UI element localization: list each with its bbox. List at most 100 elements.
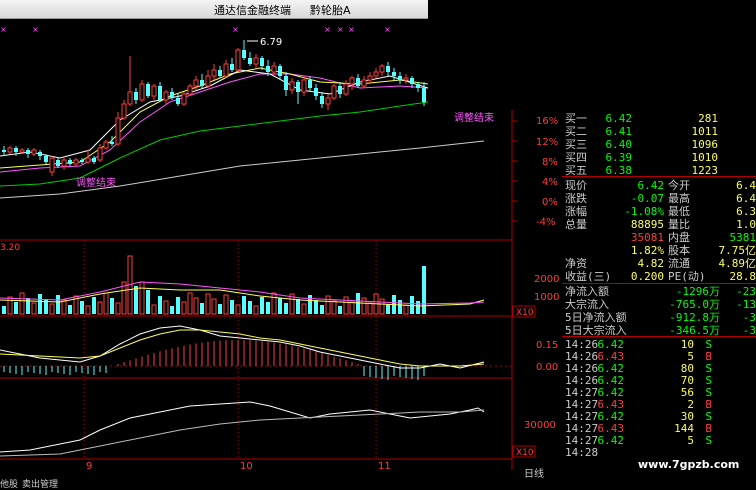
quote-row: 买二6.411011 — [562, 125, 756, 138]
candle — [374, 68, 378, 78]
candle — [308, 76, 312, 92]
candle — [410, 76, 414, 88]
candle — [356, 74, 360, 88]
volume-bar — [404, 305, 408, 314]
volume-bar — [38, 294, 42, 314]
pct-tick: 8% — [542, 157, 558, 168]
stat-label-2: 最低 — [668, 205, 690, 218]
volume-bar — [164, 301, 168, 314]
flow-label: 5日净流入额 — [565, 311, 627, 324]
stat-value: -0.07 — [631, 192, 664, 205]
candle — [320, 92, 324, 108]
volume-bar — [332, 301, 336, 314]
volume-bar — [338, 306, 342, 314]
date-tick: 11 — [378, 461, 391, 472]
volume-bar — [248, 301, 252, 314]
marker-x: × — [0, 25, 7, 34]
vol-left-label: 3.20 — [0, 243, 20, 253]
candle — [50, 156, 54, 176]
pct-axis: 16% 12% 8% 4% 0% -4% — [536, 116, 558, 228]
ma-line-white-long — [0, 141, 484, 198]
flow-value-2: -13 — [736, 298, 756, 311]
date-tick: 9 — [86, 461, 92, 472]
candle — [146, 82, 150, 98]
candle — [116, 112, 120, 146]
macd-tick: 0.15 — [536, 340, 558, 351]
line-tick: 30000 — [524, 420, 556, 431]
bid-price: 6.40 — [606, 138, 633, 151]
tick-time: 14:28 — [565, 446, 598, 459]
candle — [362, 76, 366, 88]
volume-bar — [14, 302, 18, 314]
indicator-line-gray — [0, 410, 484, 456]
stat-value-2: 5381 — [730, 231, 756, 244]
high-label: 6.79 — [260, 37, 282, 48]
stat-value-2: 6.4 — [736, 179, 756, 192]
candle — [74, 158, 78, 166]
candle — [398, 72, 402, 84]
volume-bar — [158, 296, 162, 314]
volume-bar — [68, 305, 72, 314]
candle — [380, 64, 384, 76]
candle — [296, 80, 300, 104]
kline-chart[interactable]: × × × × × × × 6.79 调整结束 调整结束 16% 12% 8% … — [0, 18, 560, 487]
stat-value-2: 28.8 — [730, 270, 756, 283]
candle — [284, 72, 288, 96]
stat-value: 0.200 — [631, 270, 664, 283]
bid-price: 6.39 — [606, 151, 633, 164]
stat-label-2: 最高 — [668, 192, 690, 205]
volume-bar — [80, 301, 84, 314]
quote-row: 买一6.42281 — [562, 112, 756, 125]
volume-bar — [146, 290, 150, 314]
volume-bar — [314, 300, 318, 314]
quote-row: 买四6.391010 — [562, 151, 756, 164]
quote-row: 买三6.401096 — [562, 138, 756, 151]
bid-volume: 1011 — [692, 125, 719, 138]
candle — [98, 144, 102, 162]
tab-other[interactable]: 他股 — [0, 477, 18, 490]
candle — [326, 94, 330, 110]
watermark: www.7gpzb.com — [638, 458, 739, 471]
candle — [212, 64, 216, 80]
flow-value: -1296万 — [676, 285, 720, 298]
volume-bar — [236, 305, 240, 314]
candle — [368, 72, 372, 84]
candle — [134, 88, 138, 104]
volume-bar — [296, 299, 300, 314]
candle — [104, 140, 108, 150]
stat-value: 6.42 — [638, 179, 665, 192]
volume-bar — [356, 293, 360, 314]
volume-bar — [194, 298, 198, 314]
volume-bar — [8, 297, 12, 314]
candle — [242, 40, 246, 60]
volume-bar — [140, 282, 144, 314]
volume-bar — [410, 296, 414, 314]
volume-bar — [2, 306, 6, 314]
period-button-daily[interactable]: 日线 — [524, 465, 544, 480]
flow-value-2: -23 — [736, 285, 756, 298]
volume-bar — [320, 305, 324, 314]
volume-bar — [92, 297, 96, 314]
candle — [236, 48, 240, 72]
date-tick: 10 — [240, 461, 253, 472]
candle — [8, 146, 12, 154]
candles — [2, 40, 426, 176]
candle — [158, 82, 162, 102]
bid-volume: 1010 — [692, 151, 719, 164]
candle — [26, 148, 30, 158]
line-scale: X10 — [516, 448, 534, 458]
volume-bar — [284, 303, 288, 314]
volume-bar — [416, 301, 420, 314]
ma-line-green — [0, 102, 428, 186]
tab-sell-manage[interactable]: 卖出管理 — [22, 477, 58, 490]
quote-panel: 买一6.42281买二6.411011买三6.401096买四6.391010买… — [562, 110, 756, 487]
candle — [332, 84, 336, 100]
quote-row: 收益(三)0.200PE(动)28.8 — [562, 270, 756, 283]
volume-bar — [32, 303, 36, 314]
indicator-line-white — [0, 402, 484, 452]
candle — [248, 52, 252, 66]
volume-bar — [188, 293, 192, 314]
vol-tick: 20000 — [534, 274, 560, 285]
stat-label: 净资 — [565, 257, 587, 270]
candle — [62, 158, 66, 170]
